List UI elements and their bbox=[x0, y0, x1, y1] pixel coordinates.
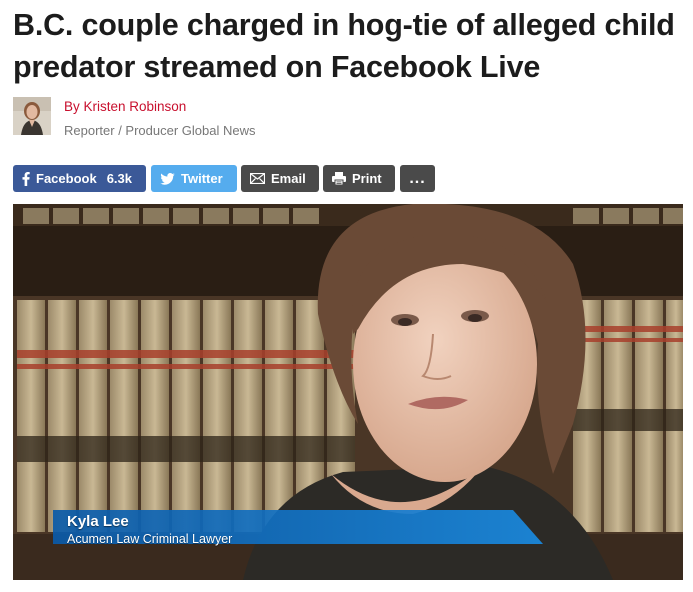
facebook-label: Facebook bbox=[36, 171, 97, 186]
email-icon bbox=[250, 173, 265, 184]
facebook-share-count: 6.3k bbox=[106, 171, 132, 186]
author-link[interactable]: By Kristen Robinson bbox=[64, 99, 186, 114]
email-share-button[interactable]: Email bbox=[241, 165, 319, 192]
print-icon bbox=[332, 172, 346, 185]
facebook-icon bbox=[22, 171, 30, 186]
article-headline: B.C. couple charged in hog-tie of allege… bbox=[13, 8, 675, 84]
lower-third-name: Kyla Lee bbox=[67, 513, 129, 530]
more-share-button[interactable]: ... bbox=[400, 165, 435, 192]
print-label: Print bbox=[352, 171, 382, 186]
twitter-share-button[interactable]: Twitter bbox=[151, 165, 237, 192]
email-label: Email bbox=[271, 171, 306, 186]
facebook-share-button[interactable]: Facebook 6.3k bbox=[13, 165, 146, 192]
author-avatar[interactable] bbox=[13, 97, 51, 135]
twitter-icon bbox=[160, 172, 175, 185]
lower-third-title: Acumen Law Criminal Lawyer bbox=[67, 532, 233, 546]
author-role: Reporter / Producer Global News bbox=[64, 123, 256, 138]
print-button[interactable]: Print bbox=[323, 165, 395, 192]
twitter-label: Twitter bbox=[181, 171, 223, 186]
video-player[interactable]: Kyla Lee Acumen Law Criminal Lawyer bbox=[13, 204, 683, 580]
